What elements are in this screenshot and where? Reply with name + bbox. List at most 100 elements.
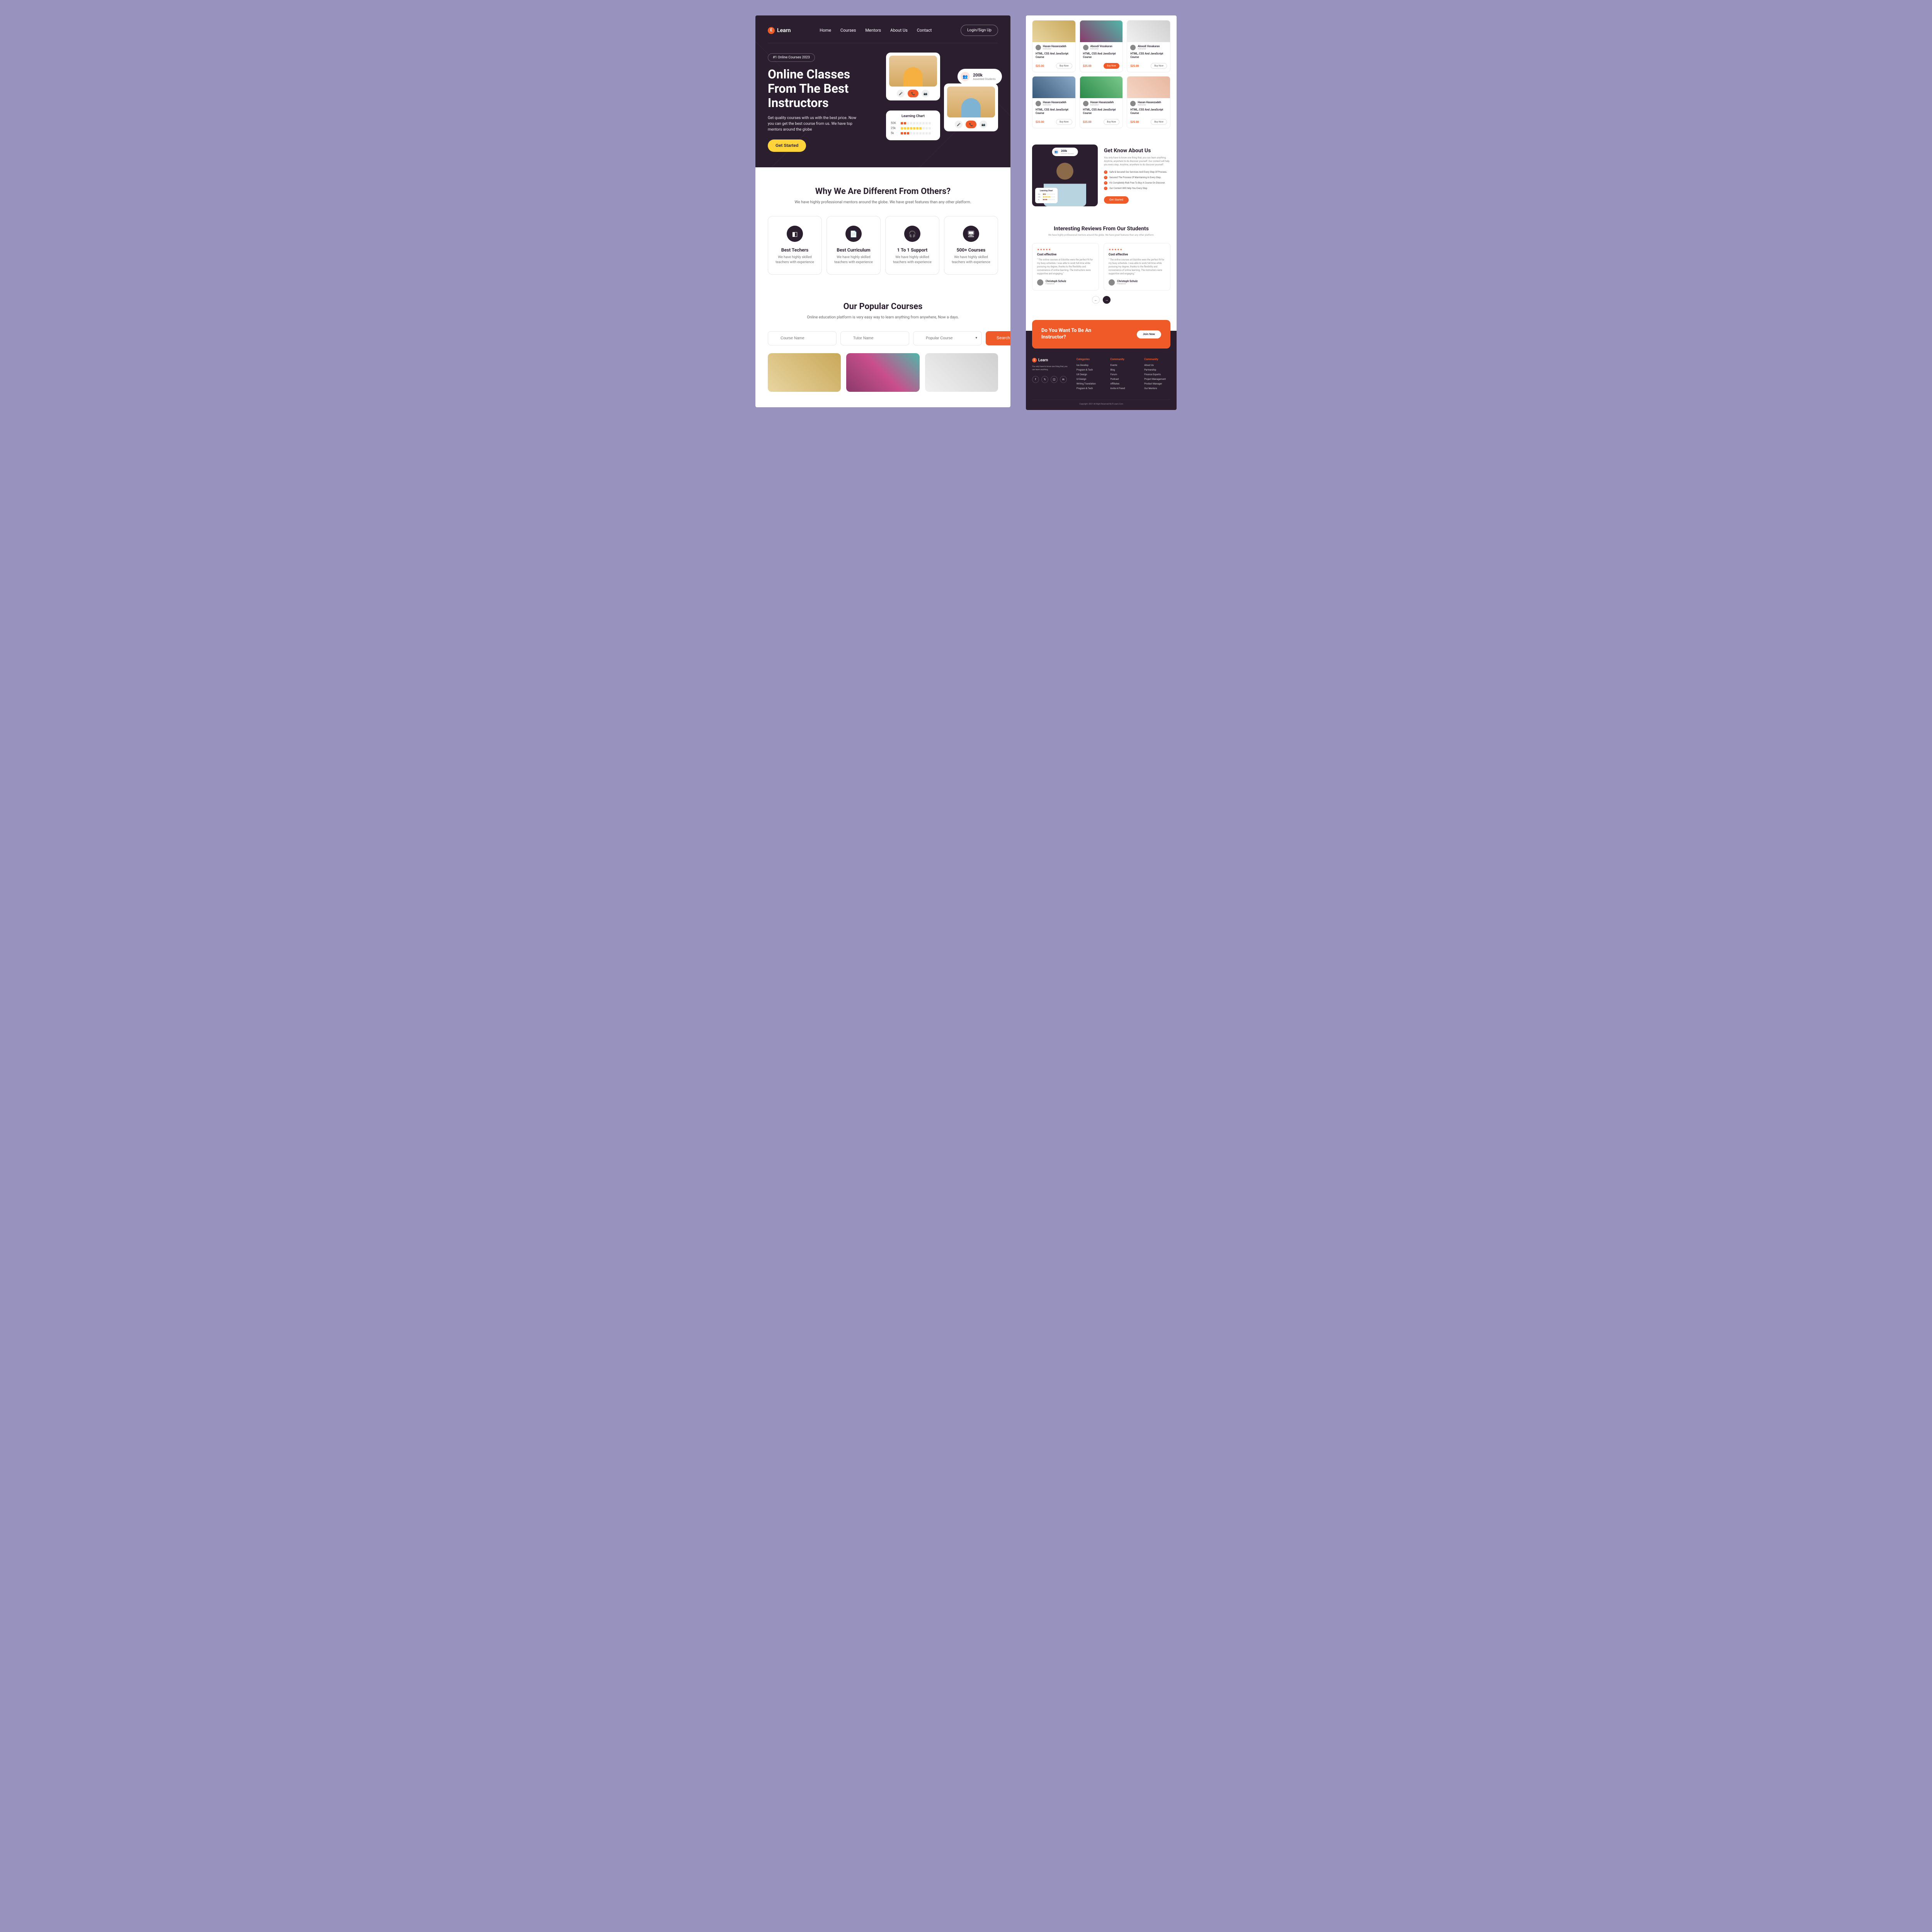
design-frame-right: Hasan Hasanzadeh Instructor HTML, CSS And … <box>1026 15 1177 410</box>
get-started-button[interactable]: Get Started <box>768 139 806 152</box>
next-button[interactable]: → <box>1103 296 1111 304</box>
footer-link[interactable]: Project Management <box>1144 378 1170 381</box>
buy-now-button[interactable]: Buy Now <box>1056 63 1072 69</box>
join-now-button[interactable]: Join Now <box>1137 330 1161 338</box>
author-role: Instructor <box>1138 48 1160 50</box>
about-title: Get Know About Us <box>1104 148 1170 154</box>
camera-icon[interactable]: 📷 <box>922 90 929 97</box>
tutor-name-input[interactable] <box>840 331 909 345</box>
feature-title: 1 To 1 Support <box>889 247 935 253</box>
footer-link[interactable]: UI Design <box>1077 378 1103 381</box>
course-card[interactable]: Aboodi VesakaranInstructorHTML, CSS And … <box>1080 20 1123 72</box>
instagram-icon[interactable]: ◫ <box>1051 376 1058 383</box>
twitter-icon[interactable]: 𝕏 <box>1041 376 1048 383</box>
why-section: Why We Are Different From Others? We hav… <box>755 167 1010 294</box>
reviews-subtitle: We have highly professional mentors arou… <box>1032 233 1170 237</box>
author-name: Aboodi Vesakaran <box>1090 45 1112 48</box>
author-avatar <box>1036 45 1041 50</box>
review-title: Cost effective <box>1037 253 1094 256</box>
footer-link[interactable]: Affiliates <box>1111 383 1137 385</box>
footer-link[interactable]: Our Mentors <box>1144 387 1170 390</box>
footer-link[interactable]: Writing Translation <box>1077 383 1103 385</box>
nav-about[interactable]: About Us <box>890 28 908 33</box>
call-icon[interactable]: 📞 <box>966 121 976 128</box>
course-price: $25.00 <box>1036 121 1044 124</box>
chevron-down-icon: ▾ <box>975 336 977 340</box>
buy-now-button[interactable]: Buy Now <box>1104 63 1120 69</box>
author-avatar <box>1083 45 1088 50</box>
footer-link[interactable]: Finance Experts <box>1144 373 1170 376</box>
course-thumb[interactable] <box>846 353 919 392</box>
course-card[interactable]: Aboodi VesakaranInstructorHTML, CSS And … <box>1127 20 1170 72</box>
search-button[interactable]: Search <box>986 331 1010 345</box>
footer-link[interactable]: Blog <box>1111 369 1137 371</box>
login-button[interactable]: Login/Sign Up <box>961 25 998 36</box>
course-title: HTML, CSS And JavaScript Course <box>1036 52 1072 59</box>
reviewer-role: Freelancer <box>1046 283 1066 285</box>
about-cta-button[interactable]: Get Started <box>1104 196 1129 204</box>
video-thumb-2 <box>947 87 995 117</box>
video-card-1: 🎤 📞 📷 <box>886 53 940 100</box>
course-thumb[interactable] <box>925 353 998 392</box>
author-avatar <box>1130 45 1136 50</box>
course-thumb <box>1127 20 1170 42</box>
course-title: HTML, CSS And JavaScript Course <box>1130 52 1167 59</box>
feature-text: We have highly skilled teachers with exp… <box>772 255 818 265</box>
buy-now-button[interactable]: Buy Now <box>1056 119 1072 125</box>
buy-now-button[interactable]: Buy Now <box>1104 119 1120 125</box>
review-body: " The online courses at EduVibe were the… <box>1037 258 1094 276</box>
cta-banner: Do You Want To Be An Instructor? Join No… <box>1032 320 1170 349</box>
footer-link[interactable]: Partnership <box>1144 369 1170 371</box>
buy-now-button[interactable]: Buy Now <box>1151 119 1167 125</box>
author-name: Hasan Hasanzadeh <box>1043 45 1066 48</box>
about-list-item: Safe & Secured Our Services And Every St… <box>1104 170 1170 174</box>
review-card: ★★★★★Cost effective" The online courses … <box>1032 243 1099 291</box>
course-card[interactable]: Hasan HasanzadehInstructorHTML, CSS And … <box>1127 76 1170 128</box>
prev-button[interactable]: ← <box>1092 296 1100 304</box>
course-thumb[interactable] <box>768 353 841 392</box>
reviewer-role: Freelancer <box>1117 283 1138 285</box>
footer-col-heading: Community <box>1111 358 1137 361</box>
footer-link[interactable]: Product Manager <box>1144 383 1170 385</box>
facebook-icon[interactable]: f <box>1032 376 1039 383</box>
course-thumb <box>1080 77 1123 98</box>
footer-link[interactable]: Program & Tech <box>1077 387 1103 390</box>
footer-link[interactable]: Podcast <box>1111 378 1137 381</box>
course-name-input[interactable] <box>768 331 837 345</box>
footer-link[interactable]: UX Design <box>1077 373 1103 376</box>
feature-title: Best Curriculum <box>831 247 876 253</box>
hero-subtitle: Get quality courses with us with the bes… <box>768 115 861 133</box>
nav-home[interactable]: Home <box>820 28 831 33</box>
footer-logo[interactable]: ELearn <box>1032 358 1069 362</box>
course-card[interactable]: Hasan HasanzadehInstructorHTML, CSS And … <box>1032 76 1076 128</box>
about-list-item: Secured The Process Of Maintaining In Ev… <box>1104 176 1170 179</box>
camera-icon[interactable]: 📷 <box>980 121 987 128</box>
reviewer-name: Christoph Schulz <box>1046 280 1066 283</box>
popular-course-select[interactable] <box>913 331 982 345</box>
mic-icon[interactable]: 🎤 <box>897 90 905 97</box>
buy-now-button[interactable]: Buy Now <box>1151 63 1167 69</box>
cta-banner-title: Do You Want To Be An Instructor? <box>1041 328 1095 341</box>
call-icon[interactable]: 📞 <box>908 90 918 97</box>
footer-link[interactable]: Invite A Friend <box>1111 387 1137 390</box>
course-price: $25.00 <box>1083 65 1092 68</box>
nav-mentors[interactable]: Mentors <box>865 28 881 33</box>
linkedin-icon[interactable]: in <box>1060 376 1067 383</box>
footer-link[interactable]: Events <box>1111 364 1137 367</box>
feature-icon: 🎧 <box>904 226 920 242</box>
footer-link[interactable]: Program & Tech <box>1077 369 1103 371</box>
footer-link[interactable]: Ios Develop <box>1077 364 1103 367</box>
footer-link[interactable]: About Us <box>1144 364 1170 367</box>
author-role: Instructor <box>1043 104 1066 106</box>
course-card[interactable]: Hasan HasanzadehInstructorHTML, CSS And … <box>1032 20 1076 72</box>
nav-courses[interactable]: Courses <box>840 28 856 33</box>
feature-title: Best Techers <box>772 247 818 253</box>
reviews-section: Interesting Reviews From Our Students We… <box>1026 218 1177 315</box>
footer-col-heading: Categories <box>1077 358 1103 361</box>
course-card[interactable]: Hasan HasanzadehInstructorHTML, CSS And … <box>1080 76 1123 128</box>
mic-icon[interactable]: 🎤 <box>955 121 963 128</box>
logo[interactable]: ELearn <box>768 27 791 34</box>
footer-link[interactable]: Forum <box>1111 373 1137 376</box>
nav-links: Home Courses Mentors About Us Contact <box>820 28 932 33</box>
nav-contact[interactable]: Contact <box>917 28 932 33</box>
